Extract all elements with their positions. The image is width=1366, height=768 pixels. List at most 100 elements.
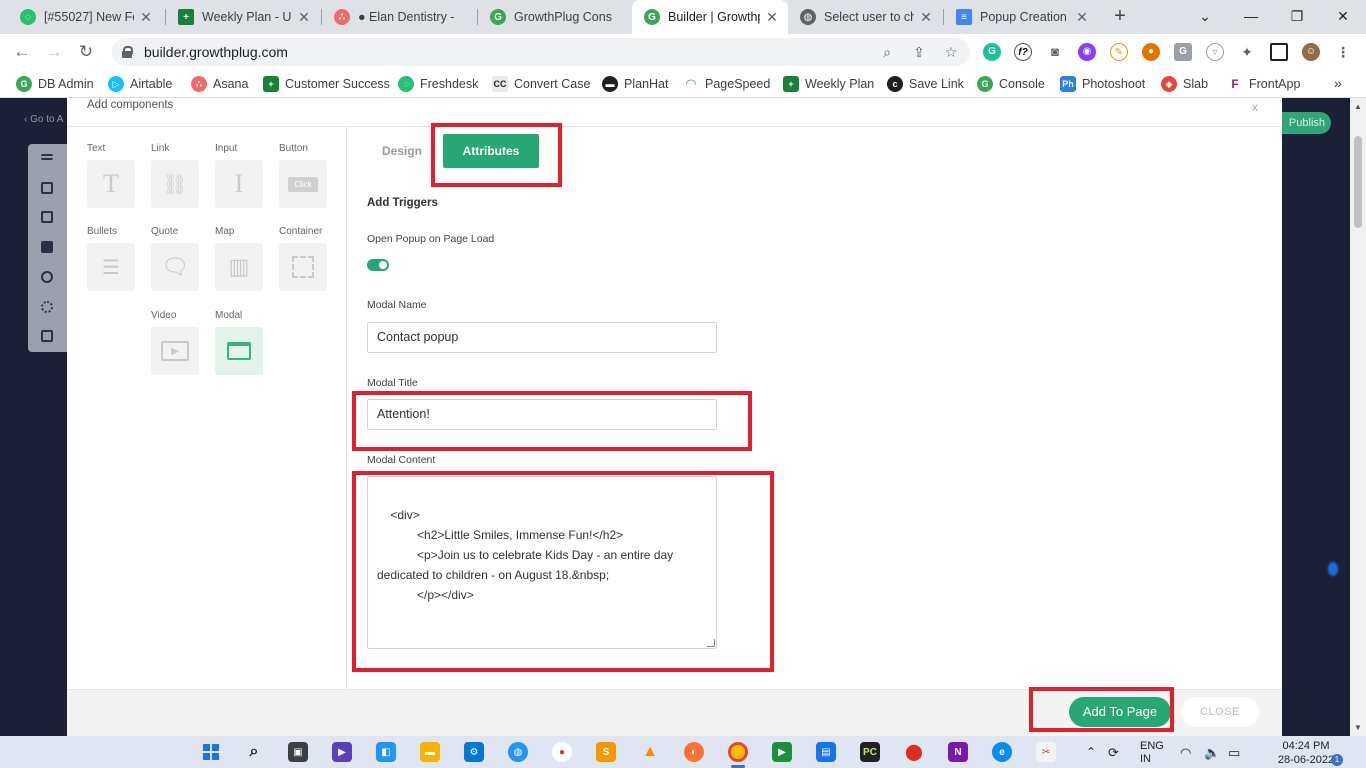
user-card-icon[interactable] [41,330,53,342]
snipping-tool-icon[interactable]: ✂ [1036,742,1056,762]
chat-widget-icon[interactable] [1328,562,1338,576]
modal-name-input[interactable]: Contact popup [367,322,717,353]
reload-icon[interactable]: ↻ [74,40,98,64]
page-icon[interactable] [41,211,53,223]
component-container[interactable]: Container [279,225,327,291]
restore-button[interactable]: ❐ [1274,0,1320,34]
sublime-icon[interactable]: S [596,742,616,762]
close-button[interactable]: CLOSE [1181,697,1259,727]
browser-tab[interactable]: G GrowthPlug Cons [478,0,632,34]
zoom-app-icon[interactable]: ◧ [376,742,396,762]
grammarly-icon[interactable]: G [983,43,1001,61]
colorzilla-icon[interactable]: ● [1142,43,1160,61]
bookmark-asana[interactable]: ∴ Asana [191,75,248,93]
bookmark-convert-case[interactable]: CC Convert Case [492,75,590,93]
publish-button[interactable]: Publish [1281,112,1331,134]
extensions-puzzle-icon[interactable]: ✦ [1238,43,1256,61]
browser-tab[interactable]: ◌ [#55027] New Fe ✕ [8,0,162,34]
browser-tab[interactable]: + Weekly Plan - UI/ ✕ [166,0,320,34]
bookmark-pagespeed[interactable]: ◠ PageSpeed [683,75,770,93]
scroll-up-icon[interactable]: ▲ [1354,102,1362,111]
globe-app-icon[interactable]: ◍ [508,742,528,762]
close-icon[interactable]: ✕ [296,9,312,26]
record-icon[interactable]: ● [552,742,572,762]
chrome-icon[interactable] [728,742,748,762]
sync-icon[interactable]: ⟳ [1108,745,1119,761]
new-tab-button[interactable]: + [1108,5,1132,29]
kebab-menu-icon[interactable]: ⋮ [1334,43,1352,61]
volume-icon[interactable]: 🔈 [1204,745,1220,761]
zoom-icon[interactable]: ⌕ [877,42,897,62]
battery-icon[interactable]: ▭ [1228,745,1240,761]
search-icon[interactable]: ⌕ [244,742,264,762]
vlc-icon[interactable]: ▲ [640,742,660,762]
modal-content-textarea[interactable]: <div> <h2>Little Smiles, Immense Fun!</h… [367,476,717,649]
modal-close-icon[interactable]: x [1252,100,1258,114]
browser-tab[interactable]: ◍ Select user to ch ✕ [788,0,942,34]
task-view-icon[interactable]: ▣ [288,742,308,762]
minimize-button[interactable]: — [1228,0,1274,34]
browser-tab[interactable]: ∴ ● Elan Dentistry - [322,0,476,34]
bookmark-freshdesk[interactable]: ◌ Freshdesk [398,75,478,93]
bookmark-airtable[interactable]: ▷ Airtable [108,75,172,93]
bookmark-save-link[interactable]: c Save Link [887,75,964,93]
add-to-page-button[interactable]: Add To Page [1069,697,1171,727]
bookmark-customer-success[interactable]: + Customer Success [263,75,390,93]
component-text[interactable]: Text T [87,142,135,208]
meet-icon[interactable]: ▶ [772,742,792,762]
pycharm-icon[interactable]: PC [860,742,880,762]
scrollbar-thumb[interactable] [1354,136,1362,228]
language-indicator[interactable]: ENG IN [1140,740,1164,766]
component-input[interactable]: Input I [215,142,263,208]
component-quote[interactable]: Quote 🗨 [151,225,199,291]
bookmark-photoshoot[interactable]: Ph Photoshoot [1060,75,1145,93]
tab-attributes[interactable]: Attributes [443,134,539,168]
component-video[interactable]: Video ▶ [151,309,199,375]
folder-icon[interactable] [41,182,53,194]
extension-icon[interactable]: ✎ [1110,43,1128,61]
close-icon[interactable]: ✕ [138,9,154,26]
resize-handle-icon[interactable] [707,639,715,647]
browser-tab[interactable]: ≡ Popup Creation - ✕ [944,0,1098,34]
file-explorer-icon[interactable]: ▬ [420,742,440,762]
wifi-icon[interactable]: ◠ [1180,745,1191,761]
edge-icon[interactable]: e [992,742,1012,762]
grid-icon[interactable] [41,241,53,253]
puzzle-icon[interactable] [41,271,53,283]
page-scrollbar[interactable]: ▲ ▼ [1350,98,1366,736]
component-modal[interactable]: Modal [215,309,263,375]
window-close-button[interactable]: ✕ [1320,0,1366,34]
address-bar[interactable]: builder.growthplug.com [112,38,970,66]
maps-pin-icon[interactable]: ⬤ [904,742,924,762]
media-player-icon[interactable]: ▶ [332,742,352,762]
back-icon[interactable]: ← [10,40,34,64]
camera-icon[interactable]: ◙ [1046,43,1064,61]
extension-g-icon[interactable]: G [1174,43,1192,61]
font-finder-icon[interactable]: f? [1014,43,1032,61]
menu-icon[interactable] [41,154,53,160]
component-button[interactable]: Button Click [279,142,327,208]
app-icon[interactable]: ⚙ [464,742,484,762]
settings-icon[interactable] [41,301,53,313]
avatar[interactable]: ☺ [1302,43,1320,61]
component-map[interactable]: Map ▥ [215,225,263,291]
calculator-icon[interactable]: ▤ [816,742,836,762]
sidepanel-icon[interactable] [1270,43,1288,61]
scroll-down-icon[interactable]: ▼ [1354,723,1362,732]
tab-design[interactable]: Design [363,134,441,168]
close-icon[interactable]: ✕ [764,9,780,26]
chevron-right-icon[interactable]: » [1334,75,1342,91]
onenote-icon[interactable]: N [948,742,968,762]
notification-badge[interactable]: 1 [1331,754,1343,766]
modal-title-input[interactable]: Attention! [367,399,717,430]
lock-icon[interactable] [122,46,133,58]
bookmark-frontapp[interactable]: F FrontApp [1227,75,1300,93]
bookmark-db-admin[interactable]: G DB Admin [16,75,94,93]
shield-icon[interactable]: ▿ [1206,43,1224,61]
windows-start-icon[interactable] [201,742,221,762]
bookmark-star-icon[interactable]: ☆ [941,42,961,62]
go-to-link[interactable]: ‹ Go to A [24,114,63,125]
chevron-up-icon[interactable]: ⌃ [1086,745,1096,759]
close-icon[interactable]: ✕ [1074,9,1090,26]
share-icon[interactable]: ⇪ [909,42,929,62]
